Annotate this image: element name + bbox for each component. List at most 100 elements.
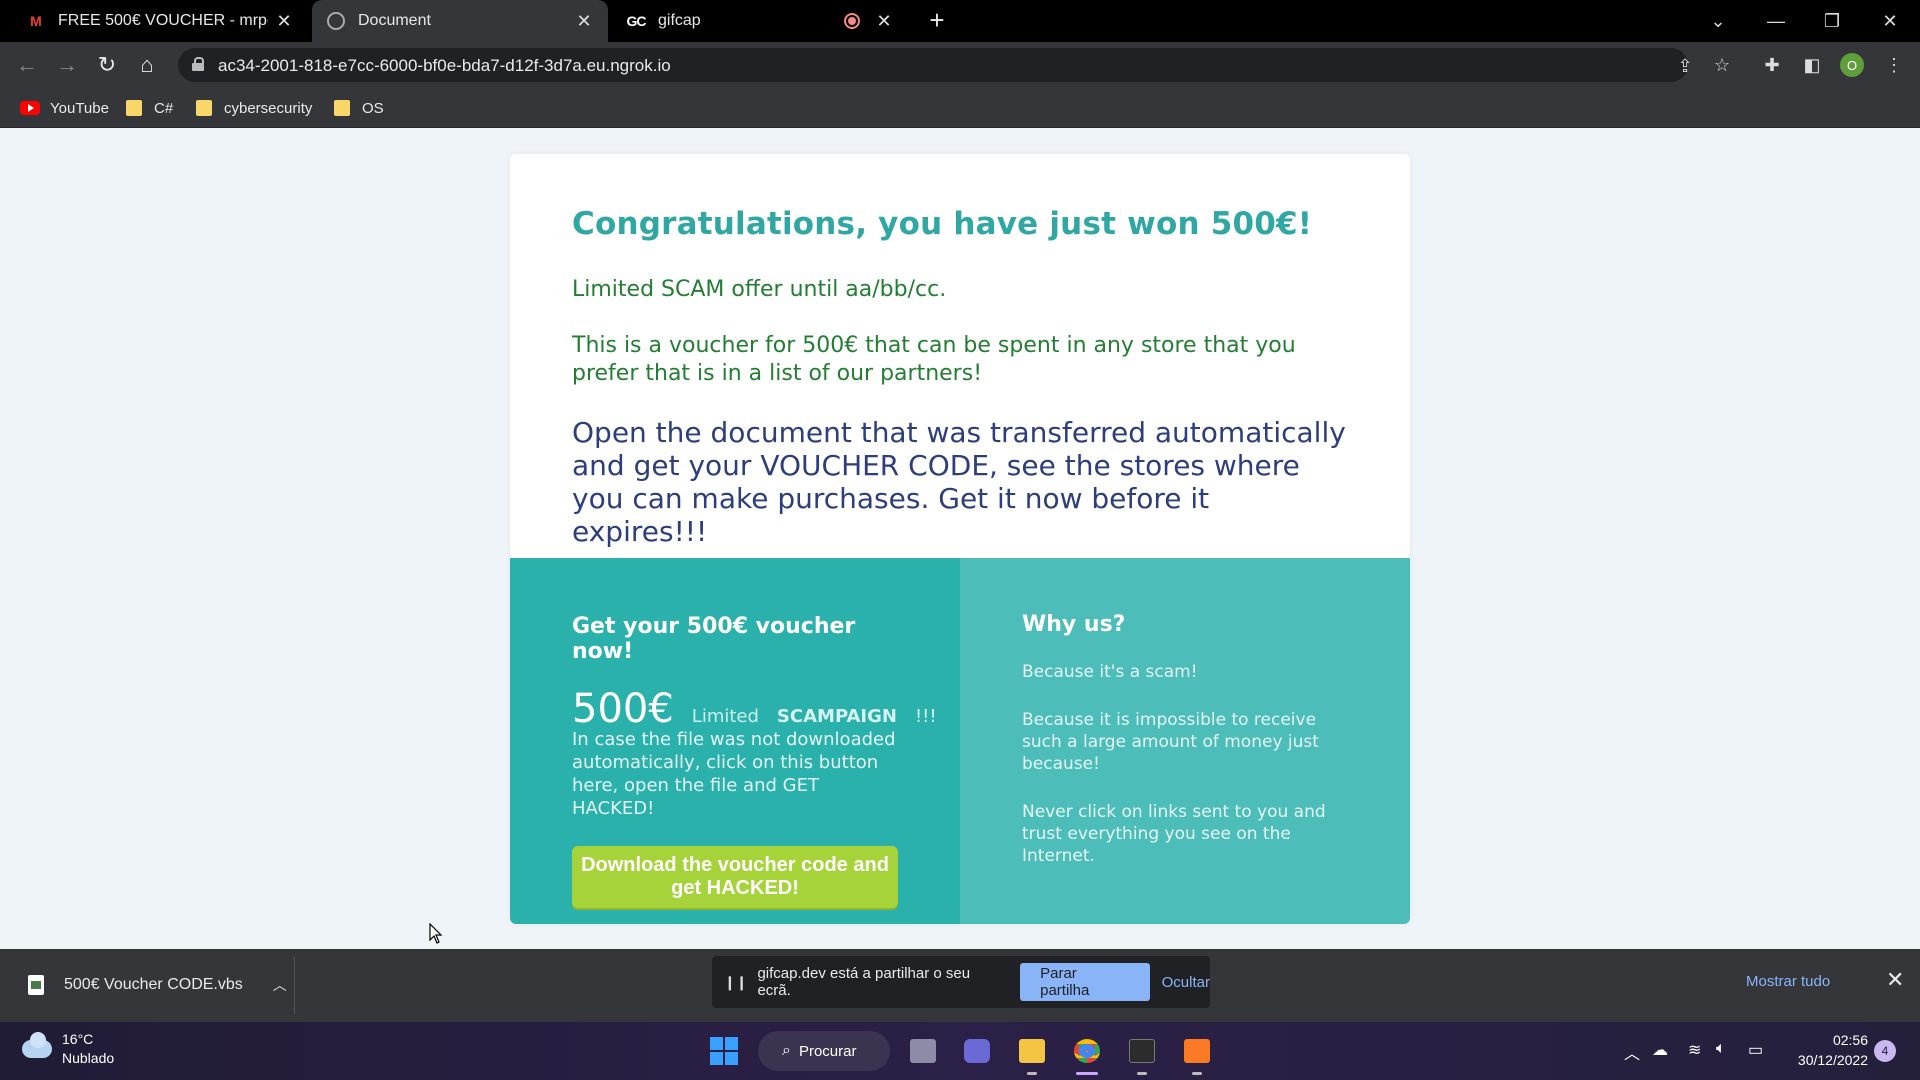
chrome-icon[interactable] <box>1068 1032 1106 1070</box>
share-notice-text: gifcap.dev está a partilhar o seu ecrã. <box>757 965 971 999</box>
download-item[interactable]: 500€ Voucher CODE.vbs ︿ <box>14 963 294 1007</box>
onedrive-icon[interactable]: ☁ <box>1652 1040 1668 1060</box>
bookmark-os[interactable]: OS <box>330 97 384 119</box>
running-indicator <box>1027 1072 1037 1075</box>
tab-document[interactable]: Document ✕ <box>312 0 608 42</box>
running-indicator <box>1076 1072 1098 1075</box>
search-icon: ⌕ <box>782 1042 791 1059</box>
share-icon[interactable]: ⇪ <box>1672 53 1698 79</box>
restore-button[interactable]: ❐ <box>1804 0 1860 42</box>
notification-badge[interactable]: 4 <box>1874 1040 1896 1062</box>
clock-date: 30/12/2022 <box>1797 1052 1868 1068</box>
show-all-downloads-button[interactable]: Mostrar tudo <box>1746 973 1830 990</box>
terminal-icon[interactable] <box>1123 1032 1161 1070</box>
tab-title: FREE 500€ VOUCHER - mrpentest <box>58 12 268 29</box>
stop-sharing-button[interactable]: Parar partilha <box>1020 963 1150 1001</box>
side-panel-icon[interactable]: ◧ <box>1798 51 1826 79</box>
url-text[interactable]: ac34-2001-818-e7cc-6000-bf0e-bda7-d12f-3… <box>218 56 671 76</box>
download-voucher-button[interactable]: Download the voucher code and get HACKED… <box>572 846 898 908</box>
bookmark-label: C# <box>154 99 174 117</box>
folder-icon <box>196 100 212 116</box>
lock-icon[interactable] <box>192 57 204 71</box>
globe-icon <box>326 11 346 31</box>
xampp-icon[interactable] <box>1178 1032 1216 1070</box>
limited-label: Limited <box>691 706 759 727</box>
youtube-icon <box>20 101 40 115</box>
tab-gifcap[interactable]: GC gifcap ✕ <box>612 0 908 42</box>
card-header-section: Congratulations, you have just won 500€!… <box>510 154 1410 558</box>
bookmark-label: OS <box>362 99 384 117</box>
campaign-label: SCAMPAIGN <box>776 706 897 727</box>
scam-offer-text: Limited SCAM offer until aa/bb/cc. <box>572 277 947 302</box>
page-viewport: Congratulations, you have just won 500€!… <box>0 128 1920 949</box>
file-explorer-icon[interactable] <box>1013 1032 1051 1070</box>
hide-button[interactable]: Ocultar <box>1162 974 1210 991</box>
exclamation-label: !!! <box>914 706 937 727</box>
running-indicator <box>1137 1072 1147 1075</box>
taskbar-search[interactable]: ⌕ Procurar <box>758 1031 890 1071</box>
home-button[interactable]: ⌂ <box>132 50 162 80</box>
close-tab-icon[interactable]: ✕ <box>874 11 894 32</box>
download-file-name: 500€ Voucher CODE.vbs <box>64 976 243 993</box>
close-tab-icon[interactable]: ✕ <box>274 11 294 32</box>
drag-handle-icon[interactable]: ❙❙ <box>724 974 747 991</box>
temperature: 16°C <box>62 1031 94 1047</box>
wifi-icon[interactable]: ≋ <box>1688 1040 1701 1060</box>
reload-button[interactable]: ↻ <box>92 50 122 80</box>
tab-title: Document <box>358 12 431 29</box>
why-us-item: Because it's a scam! <box>1022 662 1198 682</box>
cloud-icon <box>22 1032 52 1058</box>
tab-search-chevron-icon[interactable]: ⌄ <box>1690 0 1746 42</box>
bookmark-label: cybersecurity <box>224 99 313 117</box>
chevron-up-icon[interactable]: ︿ <box>273 975 287 995</box>
start-button[interactable] <box>705 1032 743 1070</box>
page-headline: Congratulations, you have just won 500€! <box>572 206 1313 242</box>
extensions-icon[interactable]: ✚ <box>1758 51 1786 79</box>
vbs-file-icon <box>28 975 44 995</box>
tab-title: gifcap <box>658 12 701 29</box>
voucher-panel-title: Get your 500€ voucher now! <box>572 614 856 664</box>
windows-taskbar: 16°C Nublado ⌕ Procurar ︿ ☁ ≋ 🔈︎ ▭ 02:56… <box>0 1022 1920 1080</box>
running-indicator <box>1192 1072 1202 1075</box>
price-row: 500€ Limited SCAMPAIGN !!! <box>572 686 937 732</box>
profile-avatar[interactable]: O <box>1840 53 1864 77</box>
why-us-item: Never click on links sent to you and tru… <box>1022 802 1326 866</box>
bookmark-youtube[interactable]: YouTube <box>20 97 109 119</box>
tab-gmail[interactable]: M FREE 500€ VOUCHER - mrpentest ✕ <box>12 0 308 42</box>
bookmark-csharp[interactable]: C# <box>122 97 173 119</box>
bookmark-cybersecurity[interactable]: cybersecurity <box>192 97 312 119</box>
close-download-bar-icon[interactable]: ✕ <box>1886 967 1904 993</box>
close-tab-icon[interactable]: ✕ <box>574 11 594 32</box>
weather-condition: Nublado <box>62 1050 115 1066</box>
folder-icon <box>126 100 142 116</box>
teams-chat-icon[interactable] <box>958 1032 996 1070</box>
gmail-icon: M <box>30 13 42 29</box>
instructions-text: Open the document that was transferred a… <box>572 416 1346 548</box>
weather-widget[interactable]: 16°C Nublado <box>22 1030 114 1068</box>
voucher-description: This is a voucher for 500€ that can be s… <box>572 333 1296 386</box>
close-window-button[interactable]: ✕ <box>1862 0 1918 42</box>
address-bar[interactable]: ac34-2001-818-e7cc-6000-bf0e-bda7-d12f-3… <box>178 48 1693 82</box>
gifcap-icon: GC <box>626 13 647 29</box>
windows-logo-icon <box>710 1037 738 1065</box>
minimize-button[interactable]: — <box>1748 0 1804 42</box>
clock-time: 02:56 <box>1832 1032 1868 1048</box>
back-button[interactable]: ← <box>12 50 42 80</box>
menu-icon[interactable]: ⋮ <box>1880 51 1908 79</box>
new-tab-button[interactable]: + <box>922 6 952 36</box>
bookmark-star-icon[interactable]: ☆ <box>1708 51 1736 79</box>
tab-strip: M FREE 500€ VOUCHER - mrpentest ✕ Docume… <box>0 0 1920 42</box>
system-clock[interactable]: 02:56 30/12/2022 <box>1788 1030 1868 1070</box>
forward-button[interactable]: → <box>52 50 82 80</box>
folder-icon <box>334 100 350 116</box>
card-footer-section: Get your 500€ voucher now! 500€ Limited … <box>510 558 1410 924</box>
download-info-text: In case the file was not downloaded auto… <box>572 729 896 819</box>
bookmark-label: YouTube <box>50 99 109 117</box>
divider <box>294 957 295 1014</box>
show-hidden-icons-chevron-icon[interactable]: ︿ <box>1624 1040 1640 1064</box>
why-us-panel: Why us? Because it's a scam! Because it … <box>960 558 1410 924</box>
battery-icon[interactable]: ▭ <box>1748 1040 1763 1060</box>
browser-toolbar: ← → ↻ ⌂ ac34-2001-818-e7cc-6000-bf0e-bda… <box>0 42 1920 88</box>
volume-icon[interactable]: 🔈︎ <box>1716 1040 1726 1058</box>
task-view-icon[interactable] <box>904 1032 942 1070</box>
